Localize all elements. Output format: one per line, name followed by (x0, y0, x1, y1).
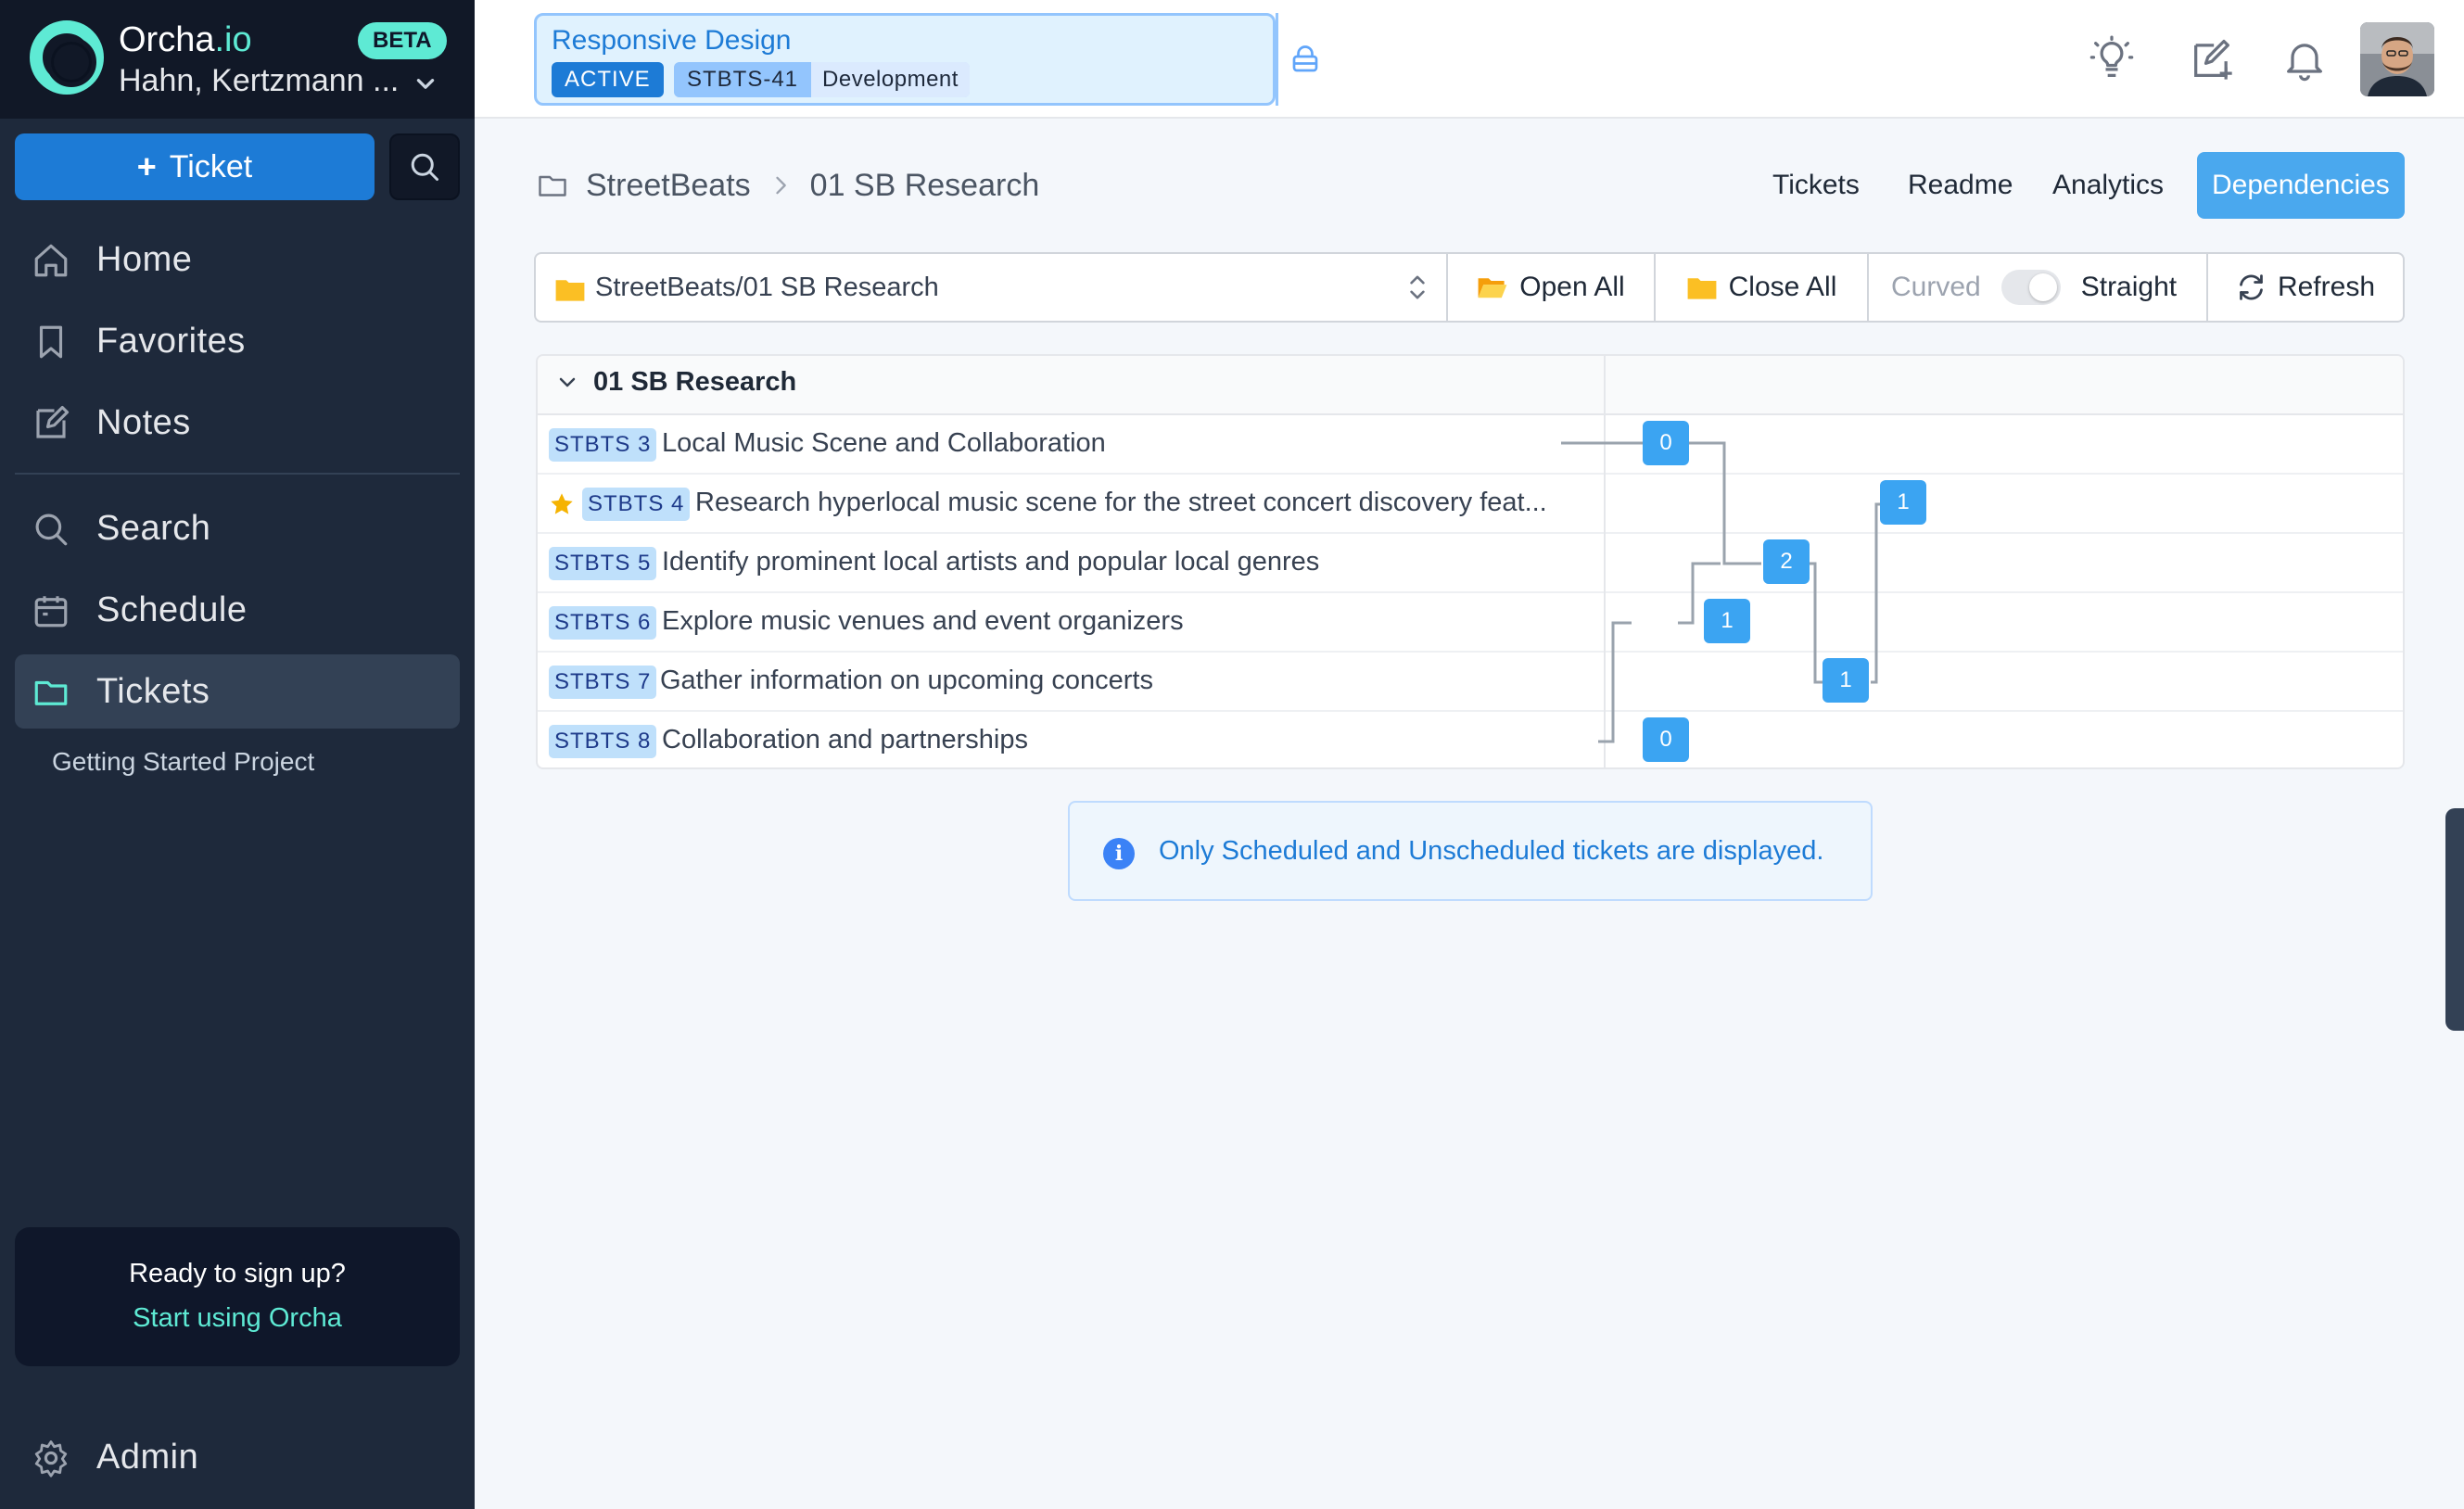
brand-header: Orcha.io BETA Hahn, Kertzmann ... (0, 0, 475, 119)
user-photo-icon (2360, 22, 2434, 96)
sidebar-item-schedule[interactable]: Schedule (15, 573, 460, 647)
dependencies-toolbar: StreetBeats/01 SB Research Open All Clos… (534, 252, 2405, 323)
search-icon (411, 153, 438, 181)
chevron-right-icon (775, 176, 786, 195)
connector-line (1598, 621, 1632, 743)
dependency-tree: 01 SB Research STBTS 3 Local Music Scene… (536, 354, 2405, 769)
lock-button[interactable] (1278, 16, 1331, 103)
signup-title: Ready to sign up? (129, 1259, 346, 1288)
folder-icon (1687, 278, 1717, 299)
dependency-node[interactable]: 1 (1823, 658, 1869, 703)
info-banner: i Only Scheduled and Unscheduled tickets… (1068, 801, 1873, 901)
sidebar-subitem-getting-started[interactable]: Getting Started Project (52, 747, 314, 777)
sidebar-item-home[interactable]: Home (15, 222, 460, 297)
breadcrumb-root[interactable]: StreetBeats (586, 168, 751, 204)
project-path-value: StreetBeats/01 SB Research (595, 272, 939, 302)
lightbulb-icon[interactable] (2088, 35, 2136, 83)
tab-dependencies[interactable]: Dependencies (2197, 152, 2405, 219)
signup-card: Ready to sign up? Start using Orcha (15, 1227, 460, 1366)
plus-icon: + (136, 147, 157, 185)
current-ticket-card[interactable]: Responsive Design ACTIVE STBTS-41 Develo… (534, 13, 1276, 106)
info-message: Only Scheduled and Unscheduled tickets a… (1159, 836, 1824, 866)
project-path-select[interactable]: StreetBeats/01 SB Research (536, 254, 1448, 321)
tab-readme[interactable]: Readme (1893, 152, 2027, 219)
breadcrumb-current: 01 SB Research (809, 167, 1040, 203)
folder-open-icon (1478, 278, 1507, 298)
connector-line (1871, 502, 1880, 684)
close-all-button[interactable]: Close All (1656, 254, 1869, 321)
connector-line (1810, 562, 1823, 684)
sidebar-item-admin[interactable]: Admin (15, 1420, 460, 1494)
search-icon (35, 514, 68, 546)
dependency-node[interactable]: 2 (1763, 539, 1810, 584)
folder-icon (555, 280, 585, 301)
refresh-icon (2240, 274, 2263, 300)
org-switcher[interactable]: Hahn, Kertzmann ... (119, 63, 399, 99)
dependency-node[interactable]: 1 (1704, 599, 1750, 643)
folder-icon (34, 680, 68, 705)
dependency-connectors (1561, 441, 1880, 743)
line-style-toggle[interactable] (2000, 270, 2061, 305)
breadcrumb: StreetBeats 01 SB Research (536, 163, 1039, 208)
home-icon (34, 244, 68, 277)
sidebar-divider (15, 473, 460, 475)
compose-icon[interactable] (2188, 35, 2236, 83)
sidebar-item-favorites[interactable]: Favorites (15, 304, 460, 378)
lock-icon (1292, 45, 1317, 72)
side-panel-handle[interactable] (2445, 808, 2464, 1031)
dependency-node[interactable]: 1 (1880, 480, 1926, 525)
bell-icon[interactable] (2280, 35, 2329, 83)
folder-outline-icon (539, 175, 566, 197)
sidebar-item-notes[interactable]: Notes (15, 386, 460, 460)
sidebar-item-search[interactable]: Search (15, 491, 460, 565)
dependency-node[interactable]: 0 (1643, 421, 1689, 465)
beta-badge: BETA (358, 22, 447, 59)
calendar-icon (34, 596, 68, 628)
open-all-button[interactable]: Open All (1448, 254, 1656, 321)
sidebar-search-button[interactable] (389, 133, 460, 200)
ticket-key: STBTS-41 (674, 62, 812, 97)
line-style-toggle-group: Curved Straight (1869, 254, 2208, 321)
signup-link[interactable]: Start using Orcha (15, 1303, 460, 1334)
project-title: Responsive Design (552, 25, 792, 56)
edit-icon (36, 405, 70, 438)
top-bar: Responsive Design ACTIVE STBTS-41 Develo… (475, 0, 2464, 119)
chevron-down-icon[interactable] (413, 72, 438, 96)
gear-icon (34, 1440, 68, 1477)
sidebar: Orcha.io BETA Hahn, Kertzmann ... + Tick… (0, 0, 475, 1509)
status-badge: ACTIVE (552, 62, 664, 97)
info-icon: i (1103, 838, 1135, 869)
orcha-logo-icon (30, 20, 104, 95)
select-updown-icon (1410, 275, 1425, 299)
dependency-node[interactable]: 0 (1643, 717, 1689, 762)
avatar[interactable] (2360, 22, 2434, 96)
tab-analytics[interactable]: Analytics (2038, 152, 2178, 219)
curved-label: Curved (1891, 272, 1981, 302)
ticket-chip: STBTS-41 Development (674, 62, 970, 97)
straight-label: Straight (2080, 272, 2178, 302)
new-ticket-button[interactable]: + Ticket (15, 133, 375, 200)
brand-name: Orcha.io (119, 20, 252, 59)
ticket-type: Development (811, 62, 970, 97)
bookmark-icon (39, 325, 63, 359)
sidebar-item-tickets[interactable]: Tickets (15, 654, 460, 729)
tab-tickets[interactable]: Tickets (1758, 152, 1874, 219)
refresh-button[interactable]: Refresh (2208, 254, 2403, 321)
